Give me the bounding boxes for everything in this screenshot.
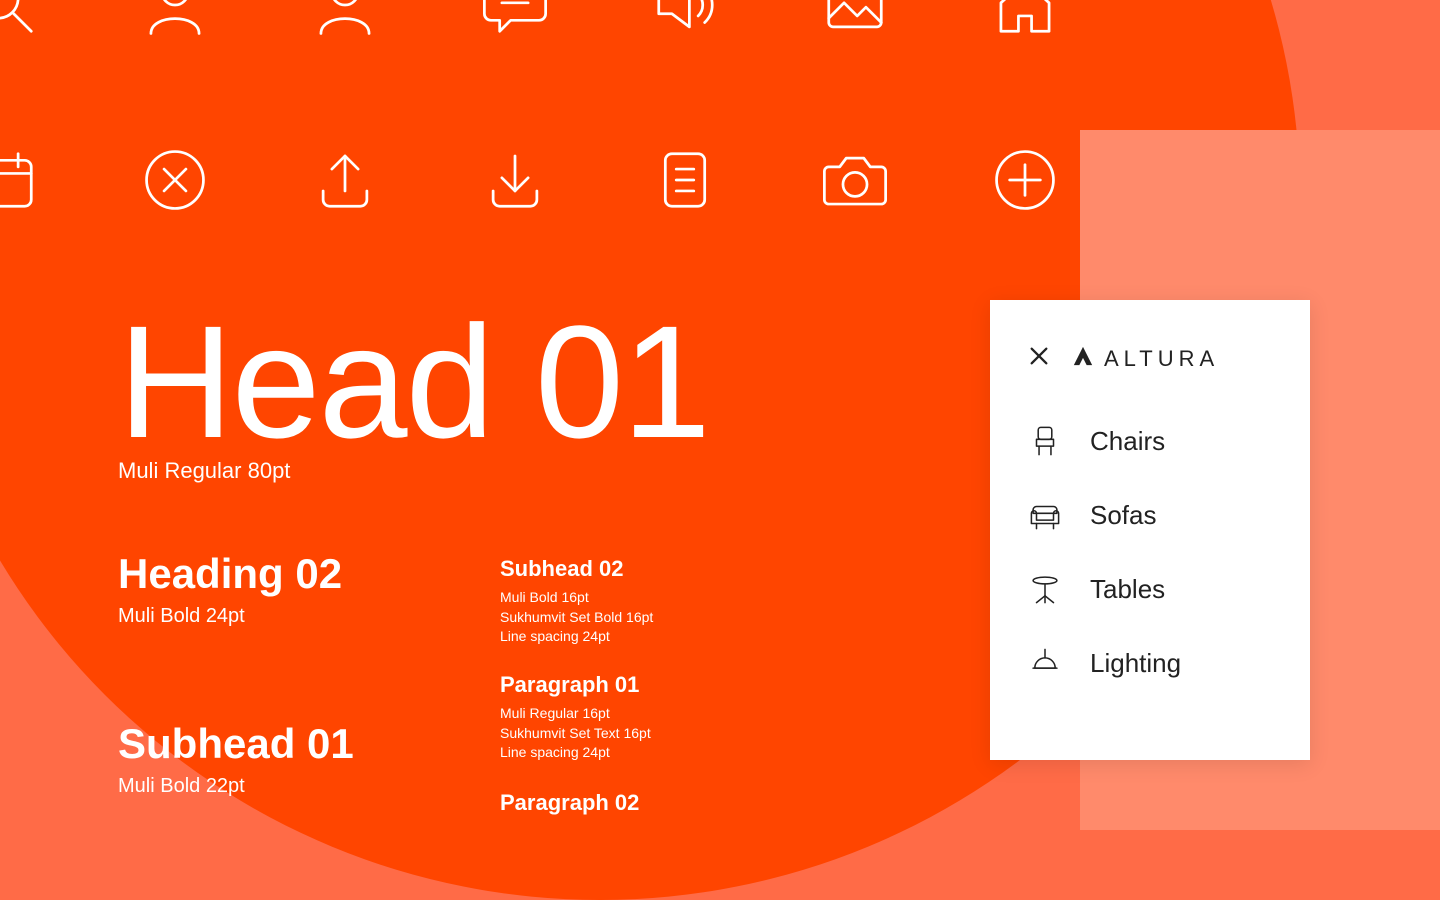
close-circle-icon [140, 145, 210, 215]
subhead-01-label: Subhead 01 [118, 720, 354, 768]
close-icon[interactable] [1028, 345, 1050, 372]
menu-item-label: Sofas [1090, 500, 1157, 531]
sofa-icon [1028, 498, 1062, 532]
lamp-icon [1028, 646, 1062, 680]
menu-item-label: Lighting [1090, 648, 1181, 679]
subhead-02-spec: Muli Bold 16pt Sukhumvit Set Bold 16pt L… [500, 588, 653, 647]
calendar-icon [0, 145, 40, 215]
subhead-02-label: Subhead 02 [500, 556, 623, 582]
brand-logo[interactable]: ALTURA [1072, 345, 1219, 372]
chat-icon [480, 0, 550, 40]
head-01-label: Head 01 [118, 290, 709, 474]
camera-icon [820, 145, 890, 215]
image-icon [820, 0, 890, 40]
home-icon [990, 0, 1060, 40]
paragraph-01-label: Paragraph 01 [500, 672, 639, 698]
brand-mark-icon [1072, 345, 1094, 372]
menu-items: Chairs Sofas Tables Lighting [1028, 424, 1272, 680]
search-icon [0, 0, 40, 40]
navigation-menu-card: ALTURA Chairs Sofas Tables Lighting [990, 300, 1310, 760]
menu-item-lighting[interactable]: Lighting [1028, 646, 1272, 680]
table-icon [1028, 572, 1062, 606]
head-01-spec: Muli Regular 80pt [118, 458, 290, 484]
paragraph-01-spec: Muli Regular 16pt Sukhumvit Set Text 16p… [500, 704, 651, 763]
menu-item-tables[interactable]: Tables [1028, 572, 1272, 606]
menu-item-label: Chairs [1090, 426, 1165, 457]
heading-02-label: Heading 02 [118, 550, 342, 598]
icon-row-1 [0, 0, 1060, 40]
plus-circle-icon [990, 145, 1060, 215]
user-icon [140, 0, 210, 40]
menu-item-label: Tables [1090, 574, 1165, 605]
download-icon [480, 145, 550, 215]
paragraph-02-label: Paragraph 02 [500, 790, 639, 816]
menu-item-chairs[interactable]: Chairs [1028, 424, 1272, 458]
user-alt-icon [310, 0, 380, 40]
menu-header: ALTURA [1028, 345, 1272, 372]
document-icon [650, 145, 720, 215]
upload-icon [310, 145, 380, 215]
heading-02-spec: Muli Bold 24pt [118, 605, 245, 628]
icon-row-2 [0, 145, 1060, 215]
chair-icon [1028, 424, 1062, 458]
speaker-icon [650, 0, 720, 40]
brand-name: ALTURA [1104, 346, 1219, 372]
subhead-01-spec: Muli Bold 22pt [118, 775, 245, 798]
menu-item-sofas[interactable]: Sofas [1028, 498, 1272, 532]
